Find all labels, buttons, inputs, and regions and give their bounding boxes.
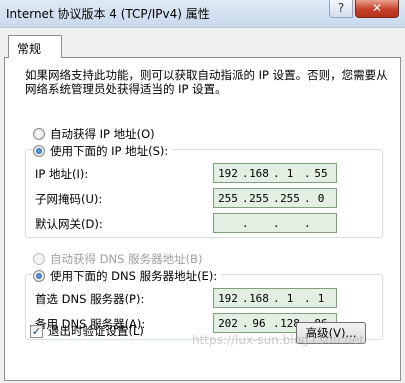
ip-address-input[interactable]: 192. 168. 1. 55 xyxy=(213,163,337,183)
auto-ip-radio[interactable] xyxy=(33,128,45,140)
window-title: Internet 协议版本 4 (TCP/IPv4) 属性 xyxy=(6,7,210,21)
gateway-label: 默认网关(D): xyxy=(35,217,103,231)
octet: 0 xyxy=(317,191,325,205)
octet-dot: . xyxy=(242,216,249,230)
octet: 192 xyxy=(218,291,238,305)
auto-dns-radio[interactable] xyxy=(33,253,45,265)
octet: 192 xyxy=(218,166,238,180)
description-text: 如果网络支持此功能，则可以获取自动指派的 IP 设置。否则，您需要从网络系统管理… xyxy=(25,68,388,96)
preferred-dns-label: 首选 DNS 服务器(P): xyxy=(35,292,145,306)
manual-ip-option[interactable]: 使用下面的 IP 地址(S): xyxy=(33,143,173,159)
subnet-mask-input[interactable]: 255. 255. 255. 0 xyxy=(213,188,337,208)
help-button[interactable]: ? xyxy=(329,0,353,18)
octet: 1 xyxy=(317,291,325,305)
preferred-dns-input[interactable]: 192. 168. 1. 1 xyxy=(213,288,337,308)
auto-ip-option[interactable]: 自动获得 IP 地址(O) xyxy=(33,126,155,142)
manual-dns-option[interactable]: 使用下面的 DNS 服务器地址(E): xyxy=(33,268,222,284)
octet: 168 xyxy=(249,291,269,305)
ip-address-label: IP 地址(I): xyxy=(35,167,89,181)
octet: 96 xyxy=(252,316,266,330)
octet-dot: . xyxy=(304,216,311,230)
manual-ip-label: 使用下面的 IP 地址(S): xyxy=(50,144,169,158)
octet: 1 xyxy=(286,166,294,180)
close-button[interactable]: ✕ xyxy=(355,0,399,18)
tab-general[interactable]: 常规 xyxy=(8,35,62,58)
subnet-mask-label: 子网掩码(U): xyxy=(35,192,103,206)
auto-dns-label: 自动获得 DNS 服务器地址(B) xyxy=(50,252,203,266)
octet: 255 xyxy=(218,191,238,205)
octet: 202 xyxy=(218,316,238,330)
gateway-input[interactable]: . . . xyxy=(213,213,337,233)
octet: 255 xyxy=(280,191,300,205)
octet: 1 xyxy=(286,291,294,305)
octet: 55 xyxy=(314,166,328,180)
watermark-text: https://lux-sun.blog.csdn.net xyxy=(192,333,364,347)
octet-dot: . xyxy=(273,216,280,230)
validate-label: 退出时验证设置(L) xyxy=(48,324,144,338)
auto-dns-option[interactable]: 自动获得 DNS 服务器地址(B) xyxy=(33,251,202,267)
validate-checkbox[interactable]: ✓ xyxy=(30,324,43,338)
manual-dns-label: 使用下面的 DNS 服务器地址(E): xyxy=(50,269,218,283)
title-bar: Internet 协议版本 4 (TCP/IPv4) 属性 ? ✕ xyxy=(0,0,405,28)
octet: 255 xyxy=(249,191,269,205)
auto-ip-label: 自动获得 IP 地址(O) xyxy=(50,127,155,141)
manual-ip-radio[interactable] xyxy=(33,145,45,157)
validate-option[interactable]: ✓ 退出时验证设置(L) xyxy=(30,323,144,339)
dialog-body: 常规 如果网络支持此功能，则可以获取自动指派的 IP 设置。否则，您需要从网络系… xyxy=(0,28,405,383)
manual-dns-radio[interactable] xyxy=(33,270,45,282)
octet: 168 xyxy=(249,166,269,180)
